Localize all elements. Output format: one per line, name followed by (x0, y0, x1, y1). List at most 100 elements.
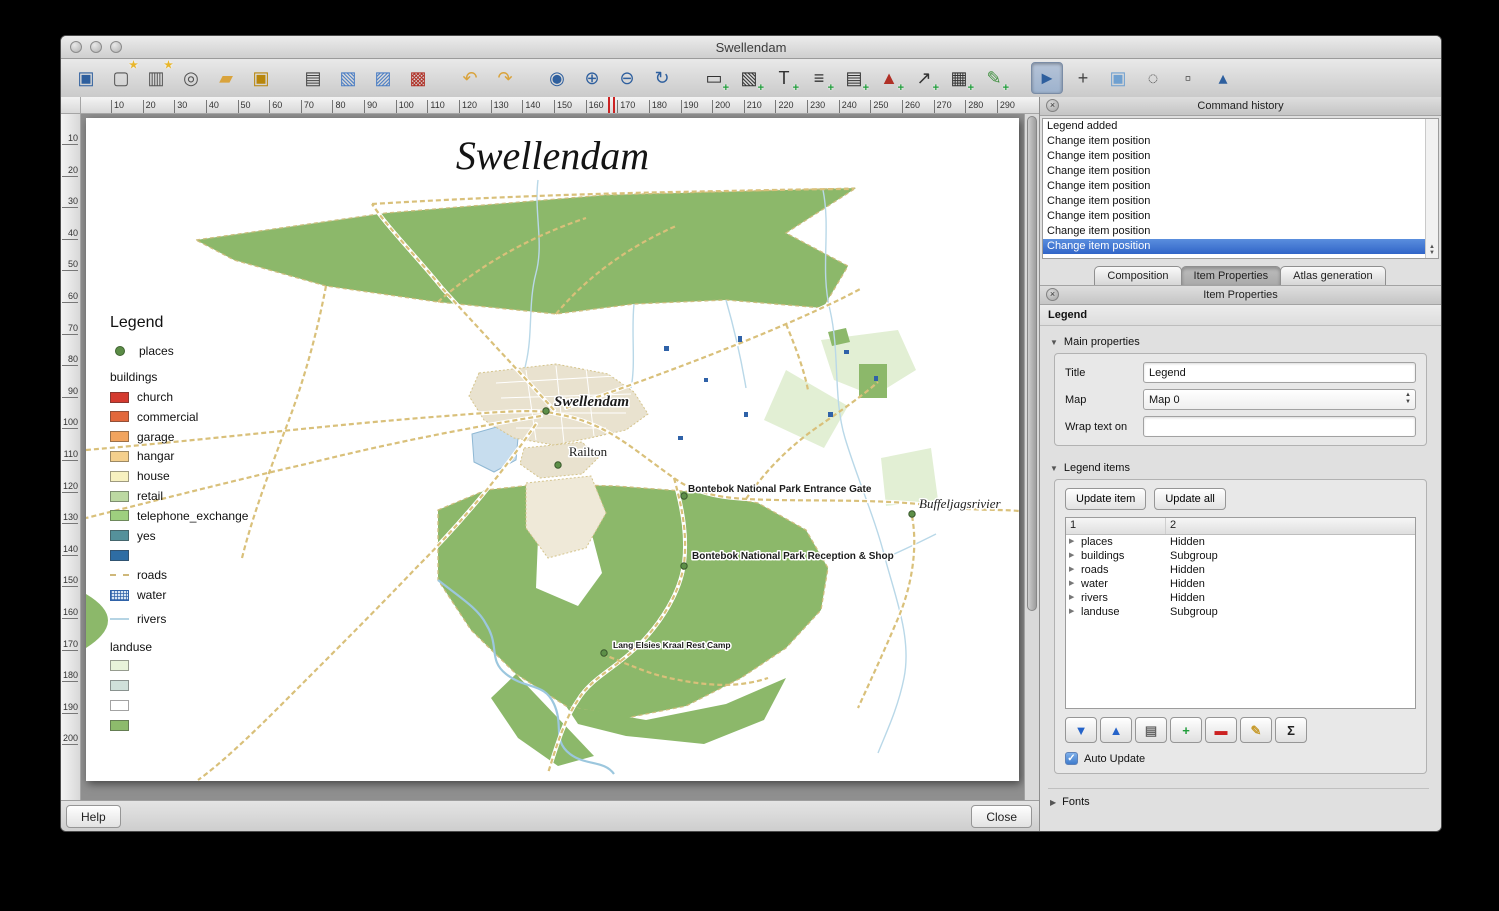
load-template-icon[interactable]: ▰ (211, 63, 241, 93)
zoom-window-button[interactable] (110, 41, 122, 53)
window-title: Swellendam (716, 40, 787, 55)
ruler-number: 70 (62, 323, 78, 335)
ruler-number: 100 (62, 417, 78, 429)
align-items-icon[interactable]: ▫ (1173, 63, 1203, 93)
update-item-button[interactable]: Update item (1065, 488, 1146, 510)
title-input[interactable] (1143, 362, 1416, 383)
legend-items-section[interactable]: ▼ Legend items (1048, 456, 1429, 479)
toolbar: ▣▢★▥★◎▰▣▤▧▨▩↶↷◉⊕⊖↻▭+▧+T+≡+▤+▲+↗+▦+✎+►+▣◌… (61, 59, 1441, 98)
add-label-icon[interactable]: T+ (769, 63, 799, 93)
export-svg-icon[interactable]: ▨ (368, 63, 398, 93)
legend-items-table[interactable]: 1 2 ▶placesHidden▶buildingsSubgroup▶road… (1065, 517, 1416, 709)
main-properties-section[interactable]: ▼ Main properties (1048, 330, 1429, 353)
ruler-corner (61, 97, 81, 114)
command-history-list[interactable]: ▲▼ Legend addedChange item positionChang… (1042, 118, 1439, 259)
add-image-icon[interactable]: ▧+ (734, 63, 764, 93)
refresh-view-icon[interactable]: ↻ (647, 63, 677, 93)
count-symbols-button[interactable]: Σ (1275, 717, 1307, 743)
composition-manager-icon[interactable]: ◎ (176, 63, 206, 93)
legend-title: Legend (110, 314, 163, 332)
minimize-window-button[interactable] (90, 41, 102, 53)
select-move-item-icon[interactable]: ► (1031, 62, 1063, 94)
zoom-full-icon[interactable]: ◉ (542, 63, 572, 93)
ruler-number: 160 (62, 607, 78, 619)
ruler-number: 110 (427, 100, 444, 113)
legend-item-row[interactable]: ▶buildingsSubgroup (1066, 549, 1415, 563)
fonts-section[interactable]: ▶ Fonts (1048, 788, 1429, 808)
map-legend-item[interactable]: Legend places buildings roads (104, 118, 334, 781)
history-entry[interactable]: Change item position (1043, 224, 1438, 239)
history-entry[interactable]: Change item position (1043, 239, 1438, 254)
close-window-button[interactable] (70, 41, 82, 53)
raise-items-icon[interactable]: ▴ (1208, 63, 1238, 93)
composer-canvas[interactable]: Swellendam Railton Bontebok National Par… (81, 114, 1024, 800)
undo-icon[interactable]: ↶ (455, 63, 485, 93)
wrap-text-input[interactable] (1143, 416, 1416, 437)
canvas-vertical-scrollbar[interactable] (1024, 114, 1039, 800)
legend-building-item: yes (110, 529, 156, 543)
save-as-template-icon[interactable]: ▣ (246, 63, 276, 93)
close-button[interactable]: Close (971, 805, 1032, 828)
move-item-down-button[interactable]: ▼ (1065, 717, 1097, 743)
add-item-button[interactable]: + (1170, 717, 1202, 743)
legend-item-row[interactable]: ▶roadsHidden (1066, 563, 1415, 577)
legend-item-row[interactable]: ▶riversHidden (1066, 591, 1415, 605)
ruler-number: 60 (62, 291, 78, 303)
help-button[interactable]: Help (66, 805, 121, 828)
add-html-icon[interactable]: ✎+ (979, 63, 1009, 93)
close-item-properties-icon[interactable]: × (1046, 288, 1059, 301)
toolbar-separator (438, 63, 450, 93)
auto-update-checkbox[interactable]: ✓ (1065, 752, 1078, 765)
history-entry[interactable]: Change item position (1043, 209, 1438, 224)
ruler-number: 270 (934, 100, 952, 113)
history-entry[interactable]: Change item position (1043, 134, 1438, 149)
composition-paper[interactable]: Swellendam Railton Bontebok National Par… (86, 118, 1019, 781)
history-scrollbar[interactable]: ▲▼ (1425, 119, 1438, 258)
label-entrance-gate: Bontebok National Park Entrance Gate (688, 484, 872, 495)
save-project-icon[interactable]: ▣ (71, 63, 101, 93)
legend-building-item: hangar (110, 449, 174, 463)
print-icon[interactable]: ▤ (298, 63, 328, 93)
close-command-history-icon[interactable]: × (1046, 99, 1059, 112)
legend-item-row[interactable]: ▶landuseSubgroup (1066, 605, 1415, 619)
group-items-icon[interactable]: ▣ (1103, 63, 1133, 93)
add-arrow-icon[interactable]: ↗+ (909, 63, 939, 93)
combo-arrows-icon: ▲▼ (1405, 392, 1411, 406)
add-map-icon[interactable]: ▭+ (699, 63, 729, 93)
ruler-number: 100 (396, 100, 414, 113)
move-item-up-button[interactable]: ▲ (1100, 717, 1132, 743)
ruler-number: 150 (554, 100, 572, 113)
legend-item-row[interactable]: ▶waterHidden (1066, 577, 1415, 591)
add-table-icon[interactable]: ▦+ (944, 63, 974, 93)
export-pdf-icon[interactable]: ▩ (403, 63, 433, 93)
remove-item-button[interactable]: ▬ (1205, 717, 1237, 743)
history-entry[interactable]: Change item position (1043, 164, 1438, 179)
duplicate-item-button[interactable]: ▤ (1135, 717, 1167, 743)
scroll-down-icon[interactable]: ▼ (1429, 250, 1435, 256)
tab-composition[interactable]: Composition (1094, 266, 1181, 285)
add-scalebar-icon[interactable]: ▤+ (839, 63, 869, 93)
zoom-out-icon[interactable]: ⊖ (612, 63, 642, 93)
lock-items-icon[interactable]: ◌ (1138, 63, 1168, 93)
history-entry[interactable]: Legend added (1043, 119, 1438, 134)
edit-item-button[interactable]: ✎ (1240, 717, 1272, 743)
add-legend-icon[interactable]: ≡+ (804, 63, 834, 93)
title-bar[interactable]: Swellendam (61, 36, 1441, 59)
add-shape-icon[interactable]: ▲+ (874, 63, 904, 93)
legend-item-row[interactable]: ▶placesHidden (1066, 535, 1415, 549)
history-entry[interactable]: Change item position (1043, 149, 1438, 164)
ruler-number: 190 (62, 702, 78, 714)
export-image-icon[interactable]: ▧ (333, 63, 363, 93)
tab-item-properties[interactable]: Item Properties (1181, 266, 1282, 285)
history-entry[interactable]: Change item position (1043, 194, 1438, 209)
tab-atlas-generation[interactable]: Atlas generation (1280, 266, 1386, 285)
duplicate-composition-icon[interactable]: ▥★ (141, 63, 171, 93)
scrollbar-thumb[interactable] (1027, 116, 1037, 611)
zoom-in-icon[interactable]: ⊕ (577, 63, 607, 93)
new-composition-icon[interactable]: ▢★ (106, 63, 136, 93)
redo-icon[interactable]: ↷ (490, 63, 520, 93)
update-all-button[interactable]: Update all (1154, 488, 1226, 510)
map-select[interactable]: Map 0 ▲▼ (1143, 389, 1416, 410)
move-item-content-icon[interactable]: + (1068, 63, 1098, 93)
history-entry[interactable]: Change item position (1043, 179, 1438, 194)
